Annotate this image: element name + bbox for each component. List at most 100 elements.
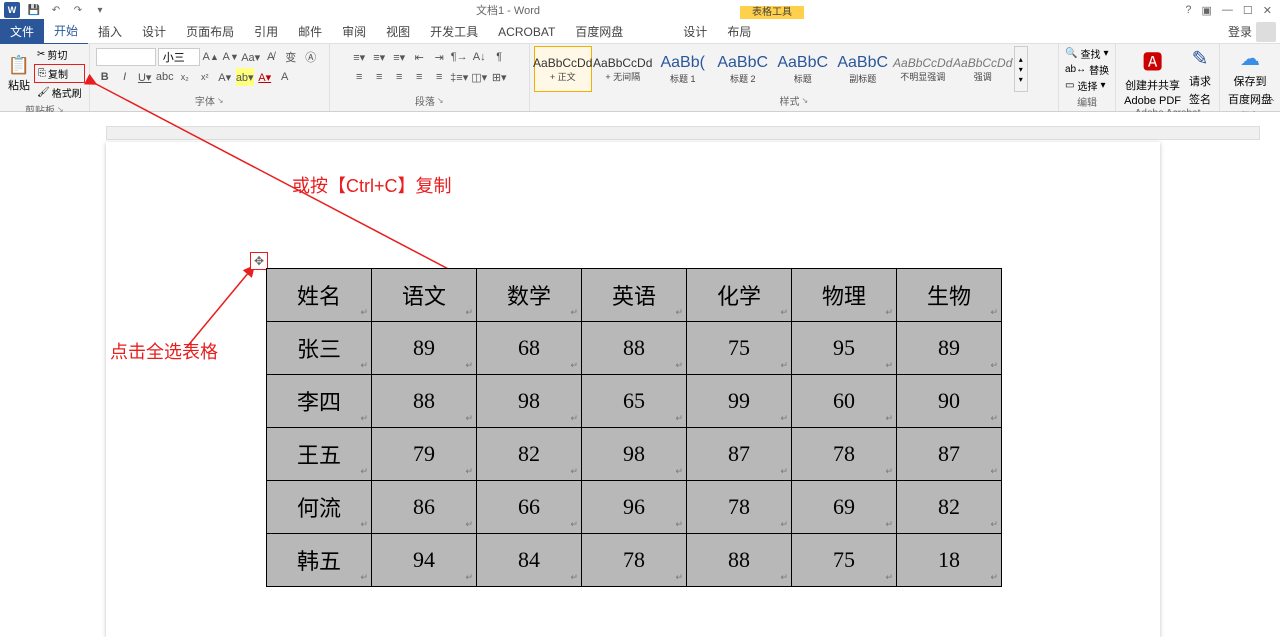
copy-button[interactable]: ⎘复制 bbox=[34, 64, 85, 83]
grow-font-button[interactable]: A▲ bbox=[202, 48, 220, 66]
enclose-button[interactable]: Ⓐ bbox=[302, 48, 320, 66]
table-header-row[interactable]: 姓名语文数学英语化学物理生物 bbox=[267, 269, 1002, 322]
justify-button[interactable]: ≡ bbox=[410, 68, 428, 86]
table-cell[interactable]: 96 bbox=[582, 481, 687, 534]
text-effects-button[interactable]: A▾ bbox=[216, 68, 234, 86]
table-row[interactable]: 何流866696786982 bbox=[267, 481, 1002, 534]
table-cell[interactable]: 何流 bbox=[267, 481, 372, 534]
ribbon-options-button[interactable]: ▣ bbox=[1202, 4, 1212, 17]
maximize-button[interactable]: ☐ bbox=[1243, 4, 1253, 17]
format-painter-button[interactable]: 🖌格式刷 bbox=[34, 84, 85, 101]
collapse-ribbon-button[interactable]: ⌃ bbox=[1268, 98, 1276, 109]
qat-save-button[interactable]: 💾 bbox=[26, 2, 42, 18]
font-size-combo[interactable]: 小三 bbox=[158, 48, 200, 66]
qat-redo-button[interactable]: ↷ bbox=[70, 2, 86, 18]
align-left-button[interactable]: ≡ bbox=[350, 68, 368, 86]
login-link[interactable]: 登录 bbox=[1228, 23, 1252, 40]
tab-table-layout[interactable]: 布局 bbox=[717, 19, 761, 44]
table-header-cell[interactable]: 生物 bbox=[897, 269, 1002, 322]
table-header-cell[interactable]: 数学 bbox=[477, 269, 582, 322]
tab-file[interactable]: 文件 bbox=[0, 19, 44, 44]
table-cell[interactable]: 98 bbox=[582, 428, 687, 481]
data-table[interactable]: 姓名语文数学英语化学物理生物张三896888759589李四8898659960… bbox=[266, 268, 1002, 587]
superscript-button[interactable]: x² bbox=[196, 68, 214, 86]
ltr-button[interactable]: ¶→ bbox=[450, 48, 468, 66]
styles-more-button[interactable]: ▴▾▾ bbox=[1014, 46, 1028, 92]
table-cell[interactable]: 75 bbox=[687, 322, 792, 375]
table-cell[interactable]: 18 bbox=[897, 534, 1002, 587]
style-item[interactable]: AaBbC副标题 bbox=[834, 46, 892, 92]
table-cell[interactable]: 王五 bbox=[267, 428, 372, 481]
sort-button[interactable]: A↓ bbox=[470, 48, 488, 66]
change-case-button[interactable]: Aa▾ bbox=[242, 48, 260, 66]
decrease-indent-button[interactable]: ⇤ bbox=[410, 48, 428, 66]
borders-button[interactable]: ⊞▾ bbox=[490, 68, 508, 86]
table-cell[interactable]: 94 bbox=[372, 534, 477, 587]
cut-button[interactable]: ✂剪切 bbox=[34, 46, 85, 63]
table-cell[interactable]: 78 bbox=[687, 481, 792, 534]
tab-view[interactable]: 视图 bbox=[376, 19, 420, 44]
font-name-combo[interactable] bbox=[96, 48, 156, 66]
tab-insert[interactable]: 插入 bbox=[88, 19, 132, 44]
style-item[interactable]: AaBbC标题 bbox=[774, 46, 832, 92]
horizontal-ruler[interactable] bbox=[106, 126, 1260, 140]
shrink-font-button[interactable]: A▼ bbox=[222, 48, 240, 66]
table-cell[interactable]: 95 bbox=[792, 322, 897, 375]
numbering-button[interactable]: ≡▾ bbox=[370, 48, 388, 66]
styles-launcher[interactable]: ↘ bbox=[802, 96, 809, 105]
multilevel-button[interactable]: ≡▾ bbox=[390, 48, 408, 66]
tab-home[interactable]: 开始 bbox=[44, 18, 88, 45]
strike-button[interactable]: abc bbox=[156, 68, 174, 86]
create-pdf-button[interactable]: 🅰 创建并共享 Adobe PDF bbox=[1120, 46, 1185, 107]
table-row[interactable]: 李四889865996090 bbox=[267, 375, 1002, 428]
table-cell[interactable]: 张三 bbox=[267, 322, 372, 375]
table-cell[interactable]: 66 bbox=[477, 481, 582, 534]
table-row[interactable]: 韩五948478887518 bbox=[267, 534, 1002, 587]
paste-button[interactable]: 📋 粘贴 bbox=[4, 53, 34, 95]
shading-button[interactable]: ◫▾ bbox=[470, 68, 488, 86]
font-launcher[interactable]: ↘ bbox=[217, 96, 224, 105]
table-cell[interactable]: 88 bbox=[687, 534, 792, 587]
table-header-cell[interactable]: 语文 bbox=[372, 269, 477, 322]
underline-button[interactable]: U▾ bbox=[136, 68, 154, 86]
table-cell[interactable]: 99 bbox=[687, 375, 792, 428]
char-shading-button[interactable]: A bbox=[276, 68, 294, 86]
table-header-cell[interactable]: 英语 bbox=[582, 269, 687, 322]
clear-format-button[interactable]: A̸ bbox=[262, 48, 280, 66]
close-button[interactable]: ✕ bbox=[1263, 4, 1272, 17]
style-item[interactable]: AaBbCcDd+ 无间隔 bbox=[594, 46, 652, 92]
style-item[interactable]: AaBbCcDd强调 bbox=[954, 46, 1012, 92]
avatar-icon[interactable] bbox=[1256, 22, 1276, 42]
show-marks-button[interactable]: ¶ bbox=[490, 48, 508, 66]
tab-baidu[interactable]: 百度网盘 bbox=[565, 19, 633, 44]
font-color-button[interactable]: A▾ bbox=[256, 68, 274, 86]
table-cell[interactable]: 88 bbox=[582, 322, 687, 375]
align-center-button[interactable]: ≡ bbox=[370, 68, 388, 86]
table-header-cell[interactable]: 物理 bbox=[792, 269, 897, 322]
table-cell[interactable]: 82 bbox=[897, 481, 1002, 534]
tab-mailings[interactable]: 邮件 bbox=[288, 19, 332, 44]
table-cell[interactable]: 78 bbox=[582, 534, 687, 587]
table-cell[interactable]: 87 bbox=[897, 428, 1002, 481]
table-cell[interactable]: 李四 bbox=[267, 375, 372, 428]
tab-design[interactable]: 设计 bbox=[132, 19, 176, 44]
table-cell[interactable]: 98 bbox=[477, 375, 582, 428]
replace-button[interactable]: ab↔替换 bbox=[1065, 62, 1109, 77]
qat-more-button[interactable]: ▾ bbox=[92, 2, 108, 18]
table-cell[interactable]: 韩五 bbox=[267, 534, 372, 587]
line-spacing-button[interactable]: ‡≡▾ bbox=[450, 68, 468, 86]
italic-button[interactable]: I bbox=[116, 68, 134, 86]
table-cell[interactable]: 65 bbox=[582, 375, 687, 428]
table-row[interactable]: 张三896888759589 bbox=[267, 322, 1002, 375]
table-cell[interactable]: 69 bbox=[792, 481, 897, 534]
tab-references[interactable]: 引用 bbox=[244, 19, 288, 44]
table-header-cell[interactable]: 化学 bbox=[687, 269, 792, 322]
style-item[interactable]: AaBbC标题 2 bbox=[714, 46, 772, 92]
highlight-button[interactable]: ab▾ bbox=[236, 68, 254, 86]
table-row[interactable]: 王五798298877887 bbox=[267, 428, 1002, 481]
distribute-button[interactable]: ≡ bbox=[430, 68, 448, 86]
table-cell[interactable]: 60 bbox=[792, 375, 897, 428]
help-button[interactable]: ? bbox=[1185, 4, 1191, 17]
request-sign-button[interactable]: ✎ 请求 签名 bbox=[1185, 46, 1215, 107]
table-cell[interactable]: 78 bbox=[792, 428, 897, 481]
